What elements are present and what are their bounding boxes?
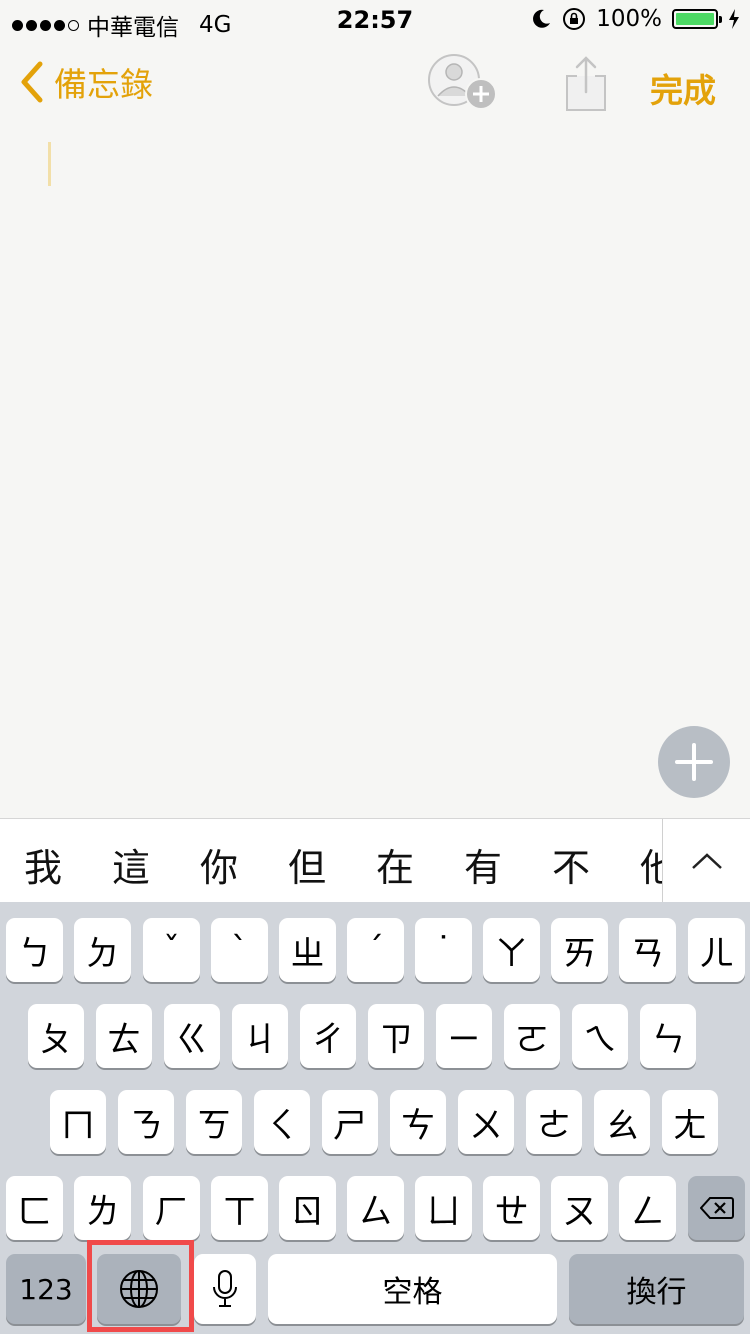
key[interactable]: ㄚ: [483, 918, 540, 982]
key[interactable]: ˊ: [347, 918, 404, 982]
key[interactable]: ㄎ: [186, 1090, 242, 1154]
delete-key[interactable]: [688, 1176, 745, 1240]
text-cursor: [48, 142, 51, 186]
candidate-word[interactable]: 在: [376, 837, 414, 892]
key[interactable]: ㄙ: [347, 1176, 404, 1240]
battery-percent: 100%: [596, 6, 662, 32]
key[interactable]: ㄖ: [279, 1176, 336, 1240]
status-bar: 中華電信 4G 22:57 100%: [0, 0, 750, 41]
key[interactable]: ㄦ: [688, 918, 745, 982]
candidate-word[interactable]: 但: [288, 837, 326, 892]
candidate-list: 我 這 你 但 在 有 不 他: [0, 819, 662, 903]
numbers-key[interactable]: 123: [6, 1254, 86, 1324]
microphone-icon: [213, 1270, 237, 1307]
key[interactable]: ㄒ: [211, 1176, 268, 1240]
nav-bar: 備忘錄 完成: [0, 40, 750, 130]
key[interactable]: ㄧ: [436, 1004, 492, 1068]
key[interactable]: ㄑ: [254, 1090, 310, 1154]
candidate-word[interactable]: 有: [464, 837, 502, 892]
key[interactable]: ㄓ: [279, 918, 336, 982]
candidate-bar: 我 這 你 但 在 有 不 他: [0, 818, 750, 903]
charging-icon: [729, 9, 739, 29]
backspace-icon: [699, 1197, 734, 1219]
moon-icon: [533, 9, 551, 28]
key[interactable]: ˙: [415, 918, 472, 982]
space-key[interactable]: 空格: [268, 1254, 557, 1324]
return-key[interactable]: 換行: [569, 1254, 744, 1324]
key[interactable]: ㄉ: [74, 918, 131, 982]
key[interactable]: ㄟ: [572, 1004, 628, 1068]
key[interactable]: ㄘ: [390, 1090, 446, 1154]
key[interactable]: ˋ: [211, 918, 268, 982]
dictation-key[interactable]: [194, 1254, 256, 1324]
key[interactable]: ㄤ: [662, 1090, 718, 1154]
candidate-word[interactable]: 這: [112, 837, 150, 892]
key[interactable]: ㄐ: [232, 1004, 288, 1068]
key[interactable]: ㄊ: [96, 1004, 152, 1068]
key[interactable]: ㄨ: [458, 1090, 514, 1154]
key[interactable]: ㄈ: [6, 1176, 63, 1240]
chevron-up-icon: [691, 853, 722, 869]
key[interactable]: ㄕ: [322, 1090, 378, 1154]
key[interactable]: ㄢ: [619, 918, 676, 982]
back-label: 備忘錄: [54, 65, 153, 104]
status-right: 100%: [530, 6, 740, 32]
key[interactable]: ˇ: [143, 918, 200, 982]
rotation-lock-icon: [563, 8, 586, 30]
candidate-word[interactable]: 不: [552, 837, 590, 892]
chevron-left-icon: [21, 61, 43, 103]
candidate-word[interactable]: 我: [24, 837, 62, 892]
add-attachment-button[interactable]: [658, 726, 730, 798]
note-editor[interactable]: [0, 130, 750, 818]
key[interactable]: ㄛ: [504, 1004, 560, 1068]
key[interactable]: ㄆ: [28, 1004, 84, 1068]
key[interactable]: ㄗ: [368, 1004, 424, 1068]
key[interactable]: ㄠ: [594, 1090, 650, 1154]
key[interactable]: ㄏ: [143, 1176, 200, 1240]
key[interactable]: ㄡ: [551, 1176, 608, 1240]
plus-icon: [675, 743, 713, 781]
key[interactable]: ㄩ: [415, 1176, 472, 1240]
key[interactable]: ㄇ: [50, 1090, 106, 1154]
expand-candidates-button[interactable]: [662, 819, 750, 903]
battery-fill: [676, 13, 714, 25]
key[interactable]: ㄔ: [300, 1004, 356, 1068]
done-button[interactable]: 完成: [650, 64, 716, 112]
back-button[interactable]: 備忘錄: [18, 58, 153, 106]
share-icon[interactable]: [563, 54, 609, 112]
highlight-box: [87, 1240, 194, 1332]
key[interactable]: ㄋ: [118, 1090, 174, 1154]
key[interactable]: ㄝ: [483, 1176, 540, 1240]
key[interactable]: ㄍ: [164, 1004, 220, 1068]
key[interactable]: ㄞ: [551, 918, 608, 982]
add-person-icon[interactable]: [426, 52, 500, 112]
key[interactable]: ㄌ: [74, 1176, 131, 1240]
key[interactable]: ㄜ: [526, 1090, 582, 1154]
key[interactable]: ㄥ: [619, 1176, 676, 1240]
key[interactable]: ㄣ: [640, 1004, 696, 1068]
battery-icon: [672, 9, 722, 29]
key[interactable]: ㄅ: [6, 918, 63, 982]
candidate-word[interactable]: 他: [640, 837, 662, 892]
candidate-word[interactable]: 你: [200, 837, 238, 892]
